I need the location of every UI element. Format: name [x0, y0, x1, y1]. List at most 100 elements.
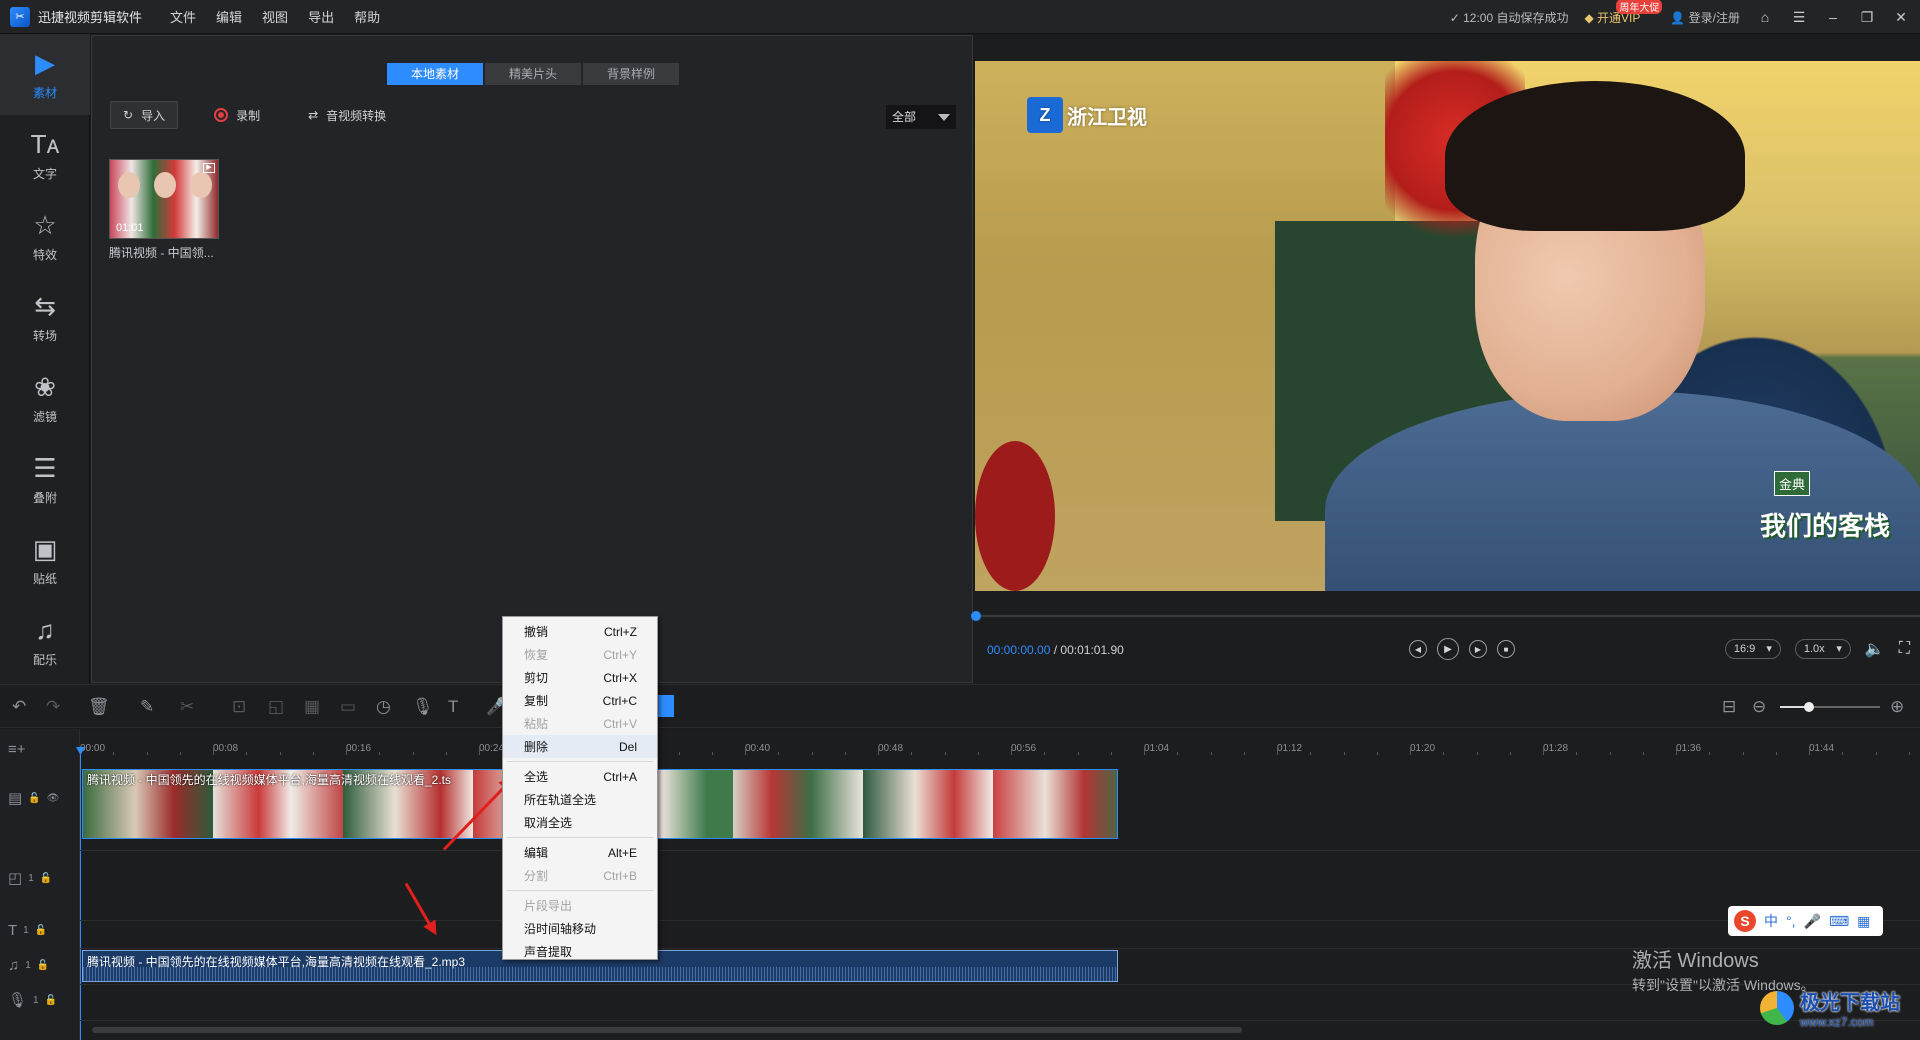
menu-view[interactable]: 视图	[262, 7, 288, 26]
login-button[interactable]: 👤 登录/注册	[1670, 9, 1740, 26]
media-filter-select[interactable]: 全部	[886, 105, 956, 129]
context-menu-item[interactable]: 粘贴 Ctrl+V	[503, 712, 657, 735]
sidebar-item-sticker[interactable]: ▣ 贴纸	[0, 520, 90, 601]
edit-icon[interactable]: ✎	[140, 697, 154, 717]
minimize-icon[interactable]: –	[1824, 9, 1842, 25]
check-icon: ✓	[1449, 10, 1464, 25]
zoom-in-icon[interactable]: ⊕	[1890, 697, 1904, 717]
sidebar-item-filter[interactable]: ❀ 滤镜	[0, 358, 90, 439]
context-menu-item[interactable]: 复制 Ctrl+C	[503, 689, 657, 712]
timeline-ruler[interactable]: 00:0000:0800:1600:2400:3200:4000:4800:56…	[80, 729, 1920, 755]
context-menu-item[interactable]: 恢复 Ctrl+Y	[503, 643, 657, 666]
sidebar-item-transition[interactable]: ⇆ 转场	[0, 277, 90, 358]
play-icon[interactable]: ▶	[1437, 638, 1459, 660]
voice-track-header: 🎙 1 🔓	[0, 991, 80, 1009]
track-menu-button[interactable]: ≡+	[0, 741, 80, 758]
next-frame-icon[interactable]: ▶	[1469, 640, 1487, 658]
tab-intros[interactable]: 精美片头	[485, 63, 581, 85]
zoom-out-icon[interactable]: ⊖	[1752, 697, 1766, 717]
context-menu-item[interactable]: 所在轨道全选	[503, 788, 657, 811]
context-menu-item-label: 粘贴	[524, 717, 549, 731]
microphone-icon[interactable]: 🎤	[1804, 913, 1821, 930]
mosaic-icon[interactable]: ▦	[304, 697, 320, 717]
menu-edit[interactable]: 编辑	[216, 7, 242, 26]
crop-icon[interactable]: ⊡	[232, 697, 246, 717]
stop-icon[interactable]: ■	[1497, 640, 1515, 658]
ime-language[interactable]: 中	[1764, 911, 1778, 931]
freeze-icon[interactable]: ▭	[340, 697, 356, 717]
context-menu-shortcut: Ctrl+X	[603, 670, 637, 685]
menu-file[interactable]: 文件	[170, 7, 196, 26]
sidebar-item-overlay[interactable]: ☰ 叠附	[0, 439, 90, 520]
zoom-slider[interactable]	[1780, 702, 1880, 712]
context-menu-item-label: 取消全选	[524, 816, 573, 830]
keyboard-icon[interactable]: ⌨	[1829, 913, 1849, 930]
context-menu-item[interactable]: 编辑 Alt+E	[503, 841, 657, 864]
lock-icon[interactable]: 🔓	[40, 873, 52, 884]
lock-icon[interactable]: 🔓	[35, 925, 47, 936]
tab-local-media[interactable]: 本地素材	[387, 63, 483, 85]
home-icon[interactable]: ⌂	[1756, 9, 1774, 25]
media-item[interactable]: ▶ 01:01 腾讯视频 - 中国领...	[109, 159, 219, 261]
fullscreen-icon[interactable]: ⛶	[1899, 640, 1910, 658]
media-duration: 01:01	[116, 222, 144, 234]
sidebar-item-text[interactable]: Tᴀ 文字	[0, 115, 90, 196]
record-button[interactable]: 录制	[202, 101, 272, 129]
undo-icon[interactable]: ↶	[12, 697, 26, 717]
ime-punctuation[interactable]: °,	[1786, 913, 1796, 929]
sidebar-item-label: 贴纸	[32, 572, 57, 586]
sidebar-item-label: 文字	[32, 167, 57, 181]
rotate-icon[interactable]: ◱	[268, 697, 284, 717]
context-menu-item[interactable]: 全选 Ctrl+A	[503, 765, 657, 788]
menu-help[interactable]: 帮助	[354, 7, 380, 26]
hamburger-menu-icon[interactable]: ☰	[1790, 9, 1808, 26]
context-menu-item[interactable]: 分割 Ctrl+B	[503, 864, 657, 887]
preview-progress-bar[interactable]	[971, 611, 1920, 621]
sidebar-item-media[interactable]: ▶ 素材	[0, 34, 90, 115]
split-icon[interactable]: ✂	[180, 697, 194, 717]
context-menu-item[interactable]: 沿时间轴移动	[503, 917, 657, 940]
sidebar-item-effects[interactable]: ☆ 特效	[0, 196, 90, 277]
volume-icon[interactable]: 🔈	[1865, 639, 1885, 659]
context-menu-item-label: 复制	[524, 694, 549, 708]
maximize-icon[interactable]: ❐	[1858, 9, 1876, 26]
fit-icon[interactable]: ⊟	[1722, 697, 1736, 717]
text-to-speech-icon[interactable]: T	[448, 697, 458, 717]
speed-select[interactable]: 1.0x ▾	[1794, 639, 1851, 659]
media-tabs: 本地素材 精美片头 背景样例	[387, 63, 681, 85]
vip-button[interactable]: ◆ 开通VIP 周年大促	[1584, 0, 1663, 26]
ruler-tick-label: 00:56	[1011, 743, 1037, 754]
chevron-down-icon	[938, 114, 950, 121]
close-icon[interactable]: ✕	[1892, 9, 1910, 26]
delete-icon[interactable]: 🗑	[88, 697, 110, 717]
lock-icon[interactable]: 🔓	[45, 995, 57, 1006]
sogou-icon[interactable]: S	[1734, 910, 1756, 932]
menu-export[interactable]: 导出	[308, 7, 334, 26]
visibility-icon[interactable]: 👁	[47, 793, 60, 804]
context-menu-item[interactable]: 片段导出	[503, 894, 657, 917]
zoom-slider-knob[interactable]	[1804, 702, 1814, 712]
sidebar-item-music[interactable]: ♫ 配乐	[0, 601, 90, 682]
progress-knob[interactable]	[971, 611, 981, 621]
clock-icon[interactable]: ◷	[376, 697, 391, 717]
context-menu-item[interactable]: 剪切 Ctrl+X	[503, 666, 657, 689]
import-button[interactable]: ↻ 导入	[110, 101, 179, 129]
save-status-text: 12:00 自动保存成功	[1463, 10, 1569, 25]
context-menu-item[interactable]: 删除 Del	[503, 735, 657, 758]
redo-icon[interactable]: ↷	[46, 697, 60, 717]
grid-icon[interactable]: ▦	[1857, 913, 1870, 930]
lock-icon[interactable]: 🔓	[28, 793, 40, 804]
tab-backgrounds[interactable]: 背景样例	[583, 63, 679, 85]
prev-frame-icon[interactable]: ◀	[1409, 640, 1427, 658]
context-menu-item[interactable]: 取消全选	[503, 811, 657, 834]
timeline-scrollbar[interactable]	[92, 1027, 1242, 1033]
lock-icon[interactable]: 🔓	[37, 960, 49, 971]
microphone-icon[interactable]: 🎙	[412, 697, 434, 717]
video-frame[interactable]: Z 浙江卫视 金典 我们的客栈	[975, 61, 1920, 591]
media-thumbnail[interactable]: ▶ 01:01	[109, 159, 219, 239]
aspect-ratio-select[interactable]: 16:9 ▾	[1724, 639, 1781, 659]
track-number: 1	[23, 925, 29, 936]
context-menu-item[interactable]: 声音提取	[503, 940, 657, 963]
context-menu-item[interactable]: 撤销 Ctrl+Z	[503, 620, 657, 643]
convert-button[interactable]: ⇄ 音视频转换	[296, 101, 398, 129]
